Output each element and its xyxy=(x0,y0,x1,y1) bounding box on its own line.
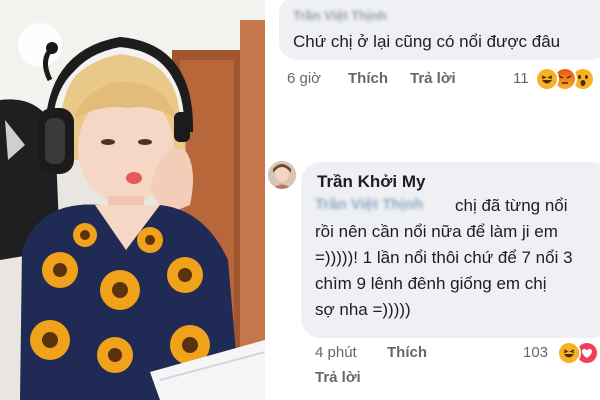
like-button[interactable]: Thích xyxy=(348,70,388,87)
reply-button[interactable]: Trả lời xyxy=(315,369,361,386)
comment-author[interactable]: Trần Khởi My xyxy=(317,172,425,192)
comment-text-line: rồi nên cần nổi nữa để làm ji em xyxy=(315,222,558,241)
reply-button[interactable]: Trả lời xyxy=(410,70,456,87)
comment-timestamp[interactable]: 4 phút xyxy=(315,344,357,361)
photo xyxy=(0,0,265,400)
reaction-count[interactable]: 11 xyxy=(513,70,529,87)
like-button[interactable]: Thích xyxy=(387,344,427,361)
avatar[interactable] xyxy=(268,161,296,189)
comment-text-line: =)))))! 1 lần nổi thôi chứ để 7 nổi 3 xyxy=(315,248,573,267)
comments-panel: Trần Việt Thịnh Chứ chị ở lại cũng có nổ… xyxy=(265,0,600,400)
comment-text: Chứ chị ở lại cũng có nổi được đâu xyxy=(293,32,561,51)
comment-author[interactable]: Trần Việt Thịnh xyxy=(293,8,387,23)
comment-text-line: chìm 9 lênh đênh giống em chị xyxy=(315,274,547,293)
comment-text-line: sợ nha =))))) xyxy=(315,300,411,319)
comment-text-line: chị đã từng nổi xyxy=(455,196,568,215)
person-photo-image xyxy=(0,0,265,400)
reaction-count[interactable]: 103 xyxy=(523,344,548,361)
mention-link[interactable]: Trần Việt Thịnh xyxy=(315,196,423,213)
comment-timestamp[interactable]: 6 giờ xyxy=(287,70,321,87)
haha-icon[interactable] xyxy=(557,341,581,365)
haha-icon[interactable] xyxy=(535,67,559,91)
